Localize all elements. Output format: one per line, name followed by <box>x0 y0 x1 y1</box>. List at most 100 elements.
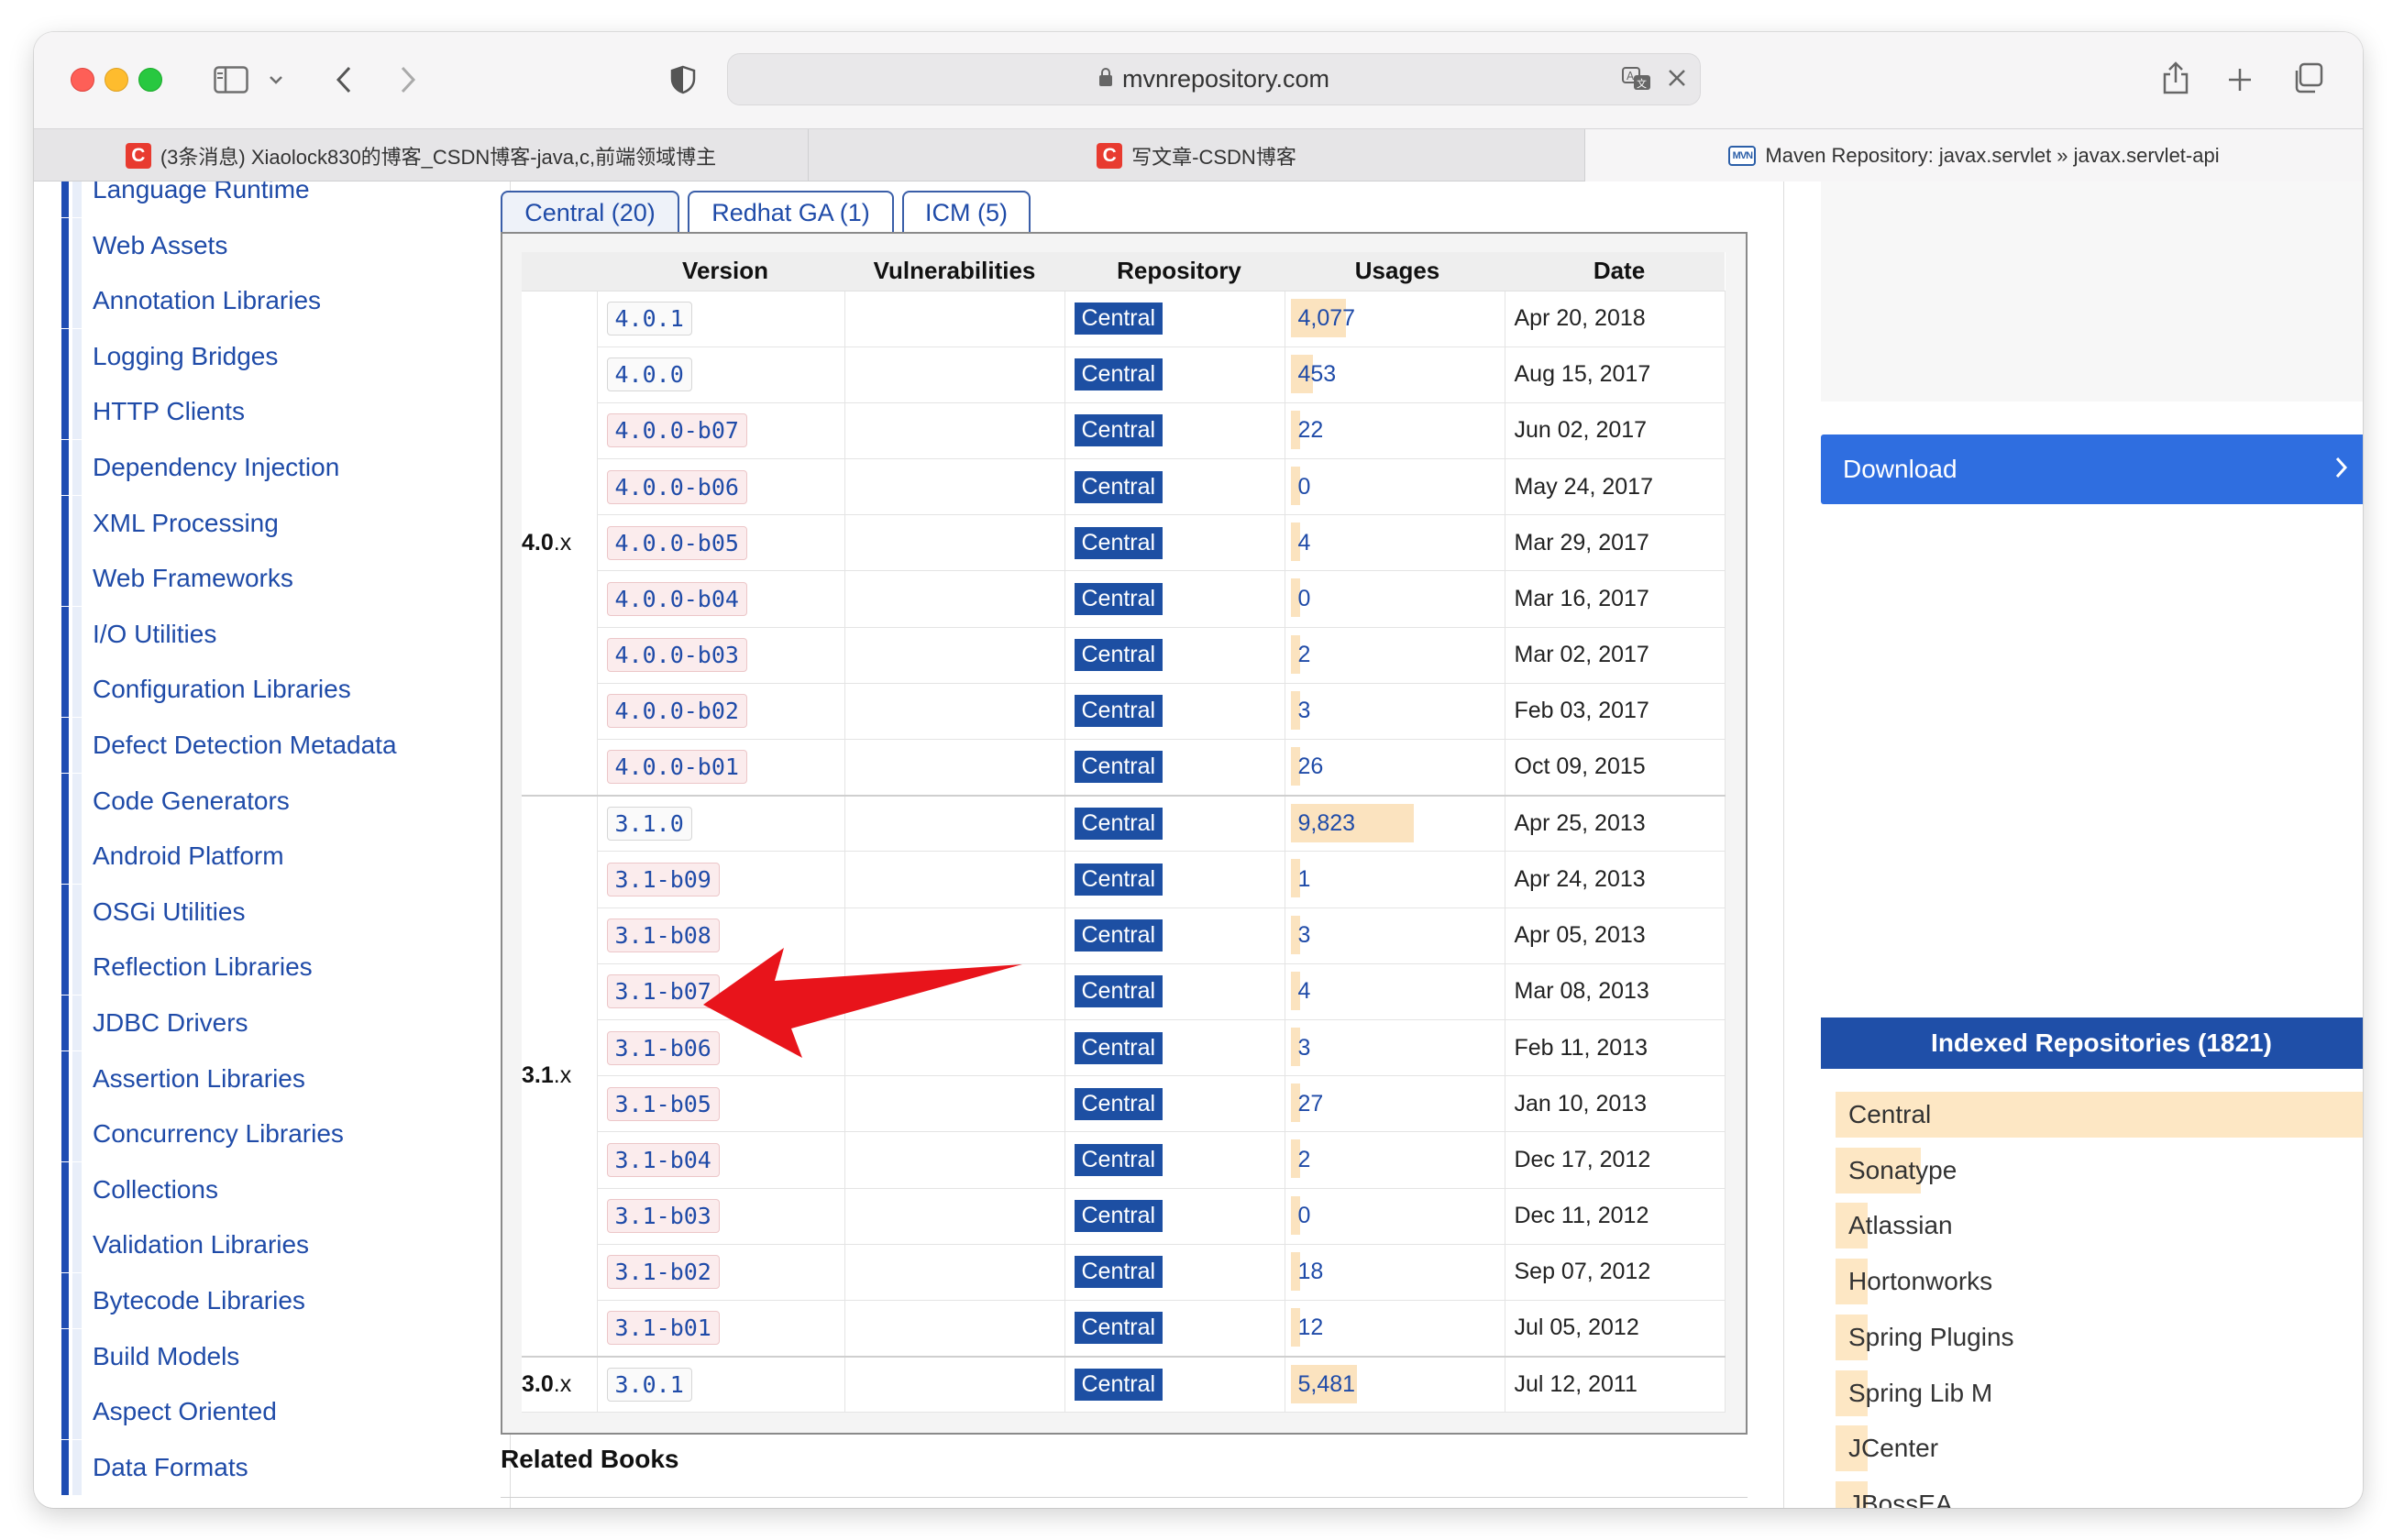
version-link[interactable]: 4.0.0-b03 <box>606 638 747 673</box>
sidebar-category-item[interactable]: Logging Bridges <box>61 328 483 384</box>
indexed-repository-item[interactable]: Atlassian <box>1836 1203 1953 1249</box>
repository-badge[interactable]: Central <box>1074 975 1163 1008</box>
repo-tab-redhat-ga[interactable]: Redhat GA (1) <box>688 191 894 233</box>
repository-badge[interactable]: Central <box>1074 1368 1163 1401</box>
usages-link[interactable]: 0 <box>1291 474 1311 500</box>
usages-link[interactable]: 26 <box>1291 754 1324 780</box>
repository-badge[interactable]: Central <box>1074 358 1163 391</box>
repository-badge[interactable]: Central <box>1074 1031 1163 1064</box>
usages-link[interactable]: 453 <box>1291 361 1337 388</box>
indexed-repository-item[interactable]: Hortonworks <box>1836 1259 1992 1305</box>
minimize-window-button[interactable] <box>105 68 128 92</box>
translate-icon[interactable]: A文 <box>1621 65 1654 93</box>
address-bar[interactable]: mvnrepository.com A文 <box>727 53 1701 105</box>
sidebar-category-item[interactable]: Web Frameworks <box>61 551 483 607</box>
version-link[interactable]: 4.0.0-b07 <box>606 413 747 448</box>
repository-badge[interactable]: Central <box>1074 470 1163 503</box>
repository-badge[interactable]: Central <box>1074 583 1163 616</box>
sidebar-category-item[interactable]: JDBC Drivers <box>61 996 483 1050</box>
indexed-repository-item[interactable]: JCenter <box>1836 1425 1938 1472</box>
sidebar-category-item[interactable]: Reflection Libraries <box>61 940 483 996</box>
version-link[interactable]: 4.0.0-b02 <box>606 694 747 729</box>
version-link[interactable]: 3.1.0 <box>606 807 692 842</box>
indexed-repository-item[interactable]: Spring Plugins <box>1836 1314 2014 1360</box>
version-link[interactable]: 3.1-b04 <box>606 1142 720 1177</box>
sidebar-category-item[interactable]: Web Assets <box>61 217 483 273</box>
version-link[interactable]: 4.0.0-b04 <box>606 582 747 617</box>
usages-link[interactable]: 22 <box>1291 417 1324 444</box>
tab-csdn-blog[interactable]: C (3条消息) Xiaolock830的博客_CSDN博客-java,c,前端… <box>34 129 809 182</box>
usages-link[interactable]: 3 <box>1291 922 1311 949</box>
sidebar-category-item[interactable]: Code Generators <box>61 773 483 829</box>
chevron-down-icon[interactable] <box>265 69 287 91</box>
share-icon[interactable] <box>2157 58 2194 98</box>
repository-badge[interactable]: Central <box>1074 1087 1163 1120</box>
version-link[interactable]: 4.0.0-b05 <box>606 525 747 560</box>
repository-badge[interactable]: Central <box>1074 414 1163 447</box>
sidebar-category-item[interactable]: HTTP Clients <box>61 384 483 440</box>
version-link[interactable]: 4.0.1 <box>606 302 692 336</box>
version-link[interactable]: 4.0.0-b06 <box>606 469 747 504</box>
clear-url-icon[interactable] <box>1667 68 1687 88</box>
repository-badge[interactable]: Central <box>1074 1143 1163 1176</box>
tab-overview-icon[interactable] <box>2289 60 2326 96</box>
download-button[interactable]: Download <box>1821 434 2363 504</box>
sidebar-category-item[interactable]: Collections <box>61 1161 483 1217</box>
usages-link[interactable]: 0 <box>1291 1203 1311 1229</box>
sidebar-toggle-icon[interactable] <box>211 60 251 100</box>
zoom-window-button[interactable] <box>138 68 162 92</box>
sidebar-category-item[interactable]: Assertion Libraries <box>61 1050 483 1106</box>
usages-link[interactable]: 1 <box>1291 866 1311 893</box>
repository-badge[interactable]: Central <box>1074 639 1163 672</box>
usages-link[interactable]: 3 <box>1291 698 1311 724</box>
version-link[interactable]: 4.0.0 <box>606 358 692 392</box>
repository-badge[interactable]: Central <box>1074 526 1163 559</box>
sidebar-category-item[interactable]: I/O Utilities <box>61 606 483 662</box>
sidebar-category-item[interactable]: Data Formats <box>61 1439 483 1495</box>
repository-badge[interactable]: Central <box>1074 919 1163 952</box>
version-link[interactable]: 3.0.1 <box>606 1367 692 1402</box>
repository-badge[interactable]: Central <box>1074 695 1163 728</box>
repository-badge[interactable]: Central <box>1074 751 1163 784</box>
tab-csdn-write[interactable]: C 写文章-CSDN博客 <box>809 129 1585 182</box>
usages-link[interactable]: 4 <box>1291 530 1311 556</box>
indexed-repository-item[interactable]: JBossEA <box>1836 1480 1953 1508</box>
usages-link[interactable]: 9,823 <box>1291 810 1356 837</box>
usages-link[interactable]: 5,481 <box>1291 1371 1356 1398</box>
repository-badge[interactable]: Central <box>1074 1312 1163 1345</box>
indexed-repository-item[interactable]: Sonatype <box>1836 1147 1957 1194</box>
sidebar-category-item[interactable]: Dependency Injection <box>61 440 483 495</box>
sidebar-category-item[interactable]: Aspect Oriented <box>61 1384 483 1440</box>
forward-button[interactable] <box>390 61 426 98</box>
usages-link[interactable]: 27 <box>1291 1091 1324 1117</box>
sidebar-category-item[interactable]: Defect Detection Metadata <box>61 718 483 773</box>
sidebar-category-item[interactable]: Concurrency Libraries <box>61 1106 483 1162</box>
repository-badge[interactable]: Central <box>1074 1200 1163 1233</box>
usages-link[interactable]: 12 <box>1291 1314 1324 1341</box>
sidebar-category-item[interactable]: Bytecode Libraries <box>61 1273 483 1328</box>
sidebar-category-item[interactable]: Annotation Libraries <box>61 273 483 329</box>
privacy-shield-icon[interactable] <box>665 61 701 98</box>
indexed-repository-item[interactable]: Central <box>1836 1092 2363 1138</box>
version-link[interactable]: 3.1-b02 <box>606 1255 720 1290</box>
version-link[interactable]: 3.1-b05 <box>606 1086 720 1121</box>
sidebar-category-item[interactable]: Language Runtime <box>61 182 483 217</box>
repo-tab-icm[interactable]: ICM (5) <box>902 191 1031 233</box>
usages-link[interactable]: 2 <box>1291 642 1311 668</box>
version-link[interactable]: 3.1-b01 <box>606 1311 720 1346</box>
repo-tab-central[interactable]: Central (20) <box>501 191 679 233</box>
version-link[interactable]: 3.1-b09 <box>606 862 720 896</box>
version-link[interactable]: 3.1-b03 <box>606 1199 720 1234</box>
version-link[interactable]: 4.0.0-b01 <box>606 750 747 785</box>
usages-link[interactable]: 4,077 <box>1291 305 1356 332</box>
sidebar-category-item[interactable]: Android Platform <box>61 829 483 885</box>
back-button[interactable] <box>325 61 362 98</box>
sidebar-category-item[interactable]: Build Models <box>61 1328 483 1384</box>
usages-link[interactable]: 0 <box>1291 586 1311 612</box>
new-tab-icon[interactable] <box>2222 61 2258 98</box>
repository-badge[interactable]: Central <box>1074 1256 1163 1289</box>
repository-badge[interactable]: Central <box>1074 808 1163 841</box>
sidebar-category-item[interactable]: XML Processing <box>61 495 483 551</box>
usages-link[interactable]: 2 <box>1291 1147 1311 1173</box>
usages-link[interactable]: 18 <box>1291 1259 1324 1285</box>
